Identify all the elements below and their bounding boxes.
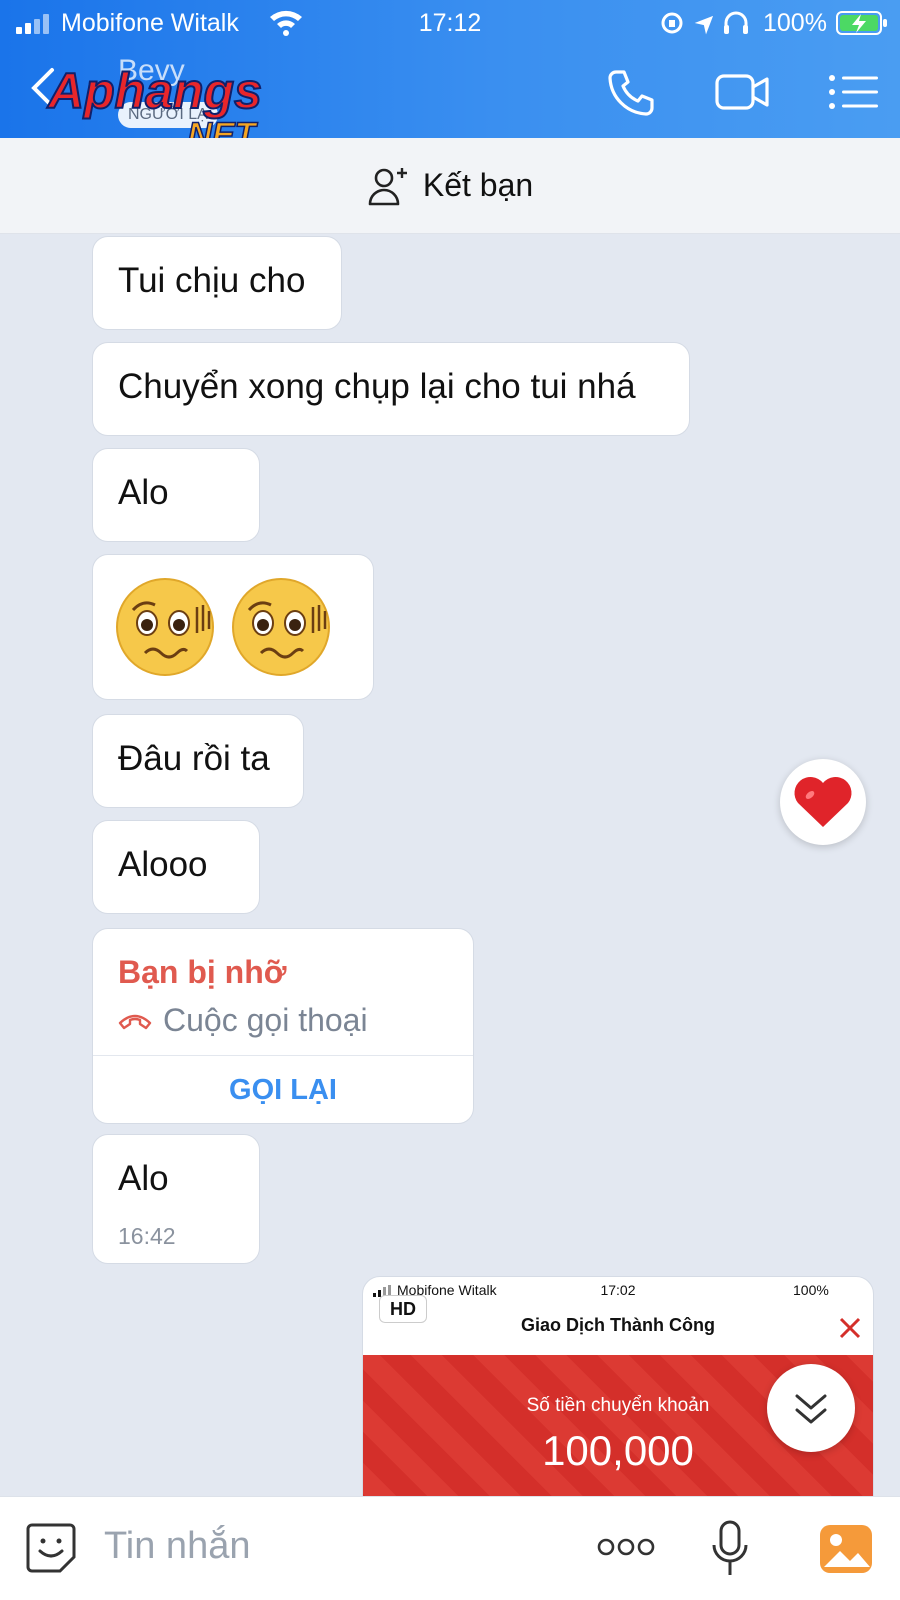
battery-percent: 100% bbox=[763, 9, 827, 37]
phone-icon[interactable] bbox=[604, 64, 660, 120]
missed-call-card: Bạn bị nhỡ Cuộc gọi thoại GỌI LẠI bbox=[92, 928, 474, 1124]
missed-call-subtitle: Cuộc gọi thoại bbox=[163, 1002, 368, 1038]
chat-header: Bevy NGƯỜI LẠ Aphangs .NET bbox=[0, 46, 900, 154]
message-time: 16:42 bbox=[118, 1223, 176, 1249]
close-icon bbox=[839, 1317, 861, 1339]
worried-face-emoji bbox=[232, 578, 330, 676]
message-bubble[interactable]: Đâu rồi ta bbox=[92, 714, 304, 808]
sticker-icon[interactable] bbox=[24, 1521, 78, 1575]
status-indicator-icons bbox=[661, 11, 748, 35]
add-friend-icon bbox=[368, 167, 407, 205]
double-chevron-down-icon bbox=[795, 1394, 827, 1424]
divider bbox=[93, 1055, 473, 1056]
svg-text:Aphangs: Aphangs bbox=[46, 63, 262, 119]
preview-battery: 100% bbox=[793, 1282, 829, 1298]
add-friend-label: Kết bạn bbox=[422, 167, 534, 203]
scroll-down-button[interactable] bbox=[767, 1364, 855, 1452]
top-bar: Mobifone Witalk 17:12 100% Bevy NGƯỜI LẠ bbox=[0, 0, 900, 154]
emoji-message-bubble[interactable] bbox=[92, 554, 374, 700]
message-bubble[interactable]: Alooo bbox=[92, 820, 260, 914]
missed-call-title: Bạn bị nhỡ bbox=[118, 954, 287, 990]
message-bubble[interactable]: Chuyển xong chụp lại cho tui nhá bbox=[92, 342, 690, 436]
message-bubble[interactable]: Alo 16:42 bbox=[92, 1134, 260, 1264]
worried-face-emoji bbox=[116, 578, 214, 676]
message-bubble[interactable]: Alo bbox=[92, 448, 260, 542]
video-camera-icon[interactable] bbox=[714, 64, 770, 120]
battery-charging-icon bbox=[836, 11, 887, 35]
heart-reaction-button[interactable] bbox=[780, 759, 866, 845]
missed-call-icon bbox=[118, 1014, 152, 1030]
status-bar: Mobifone Witalk 17:12 100% bbox=[0, 0, 900, 46]
message-bubble[interactable]: Tui chịu cho bbox=[92, 236, 342, 330]
message-input[interactable]: Tin nhắn bbox=[104, 1525, 250, 1568]
gallery-icon[interactable] bbox=[818, 1523, 874, 1575]
call-back-button[interactable]: GỌI LẠI bbox=[93, 1069, 473, 1111]
heart-icon bbox=[794, 776, 852, 827]
add-friend-bar[interactable]: Kết bạn bbox=[0, 138, 900, 234]
chat-area[interactable]: Tui chịu cho Chuyển xong chụp lại cho tu… bbox=[0, 234, 900, 1496]
preview-status-bar: Mobifone Witalk 17:02 100% bbox=[363, 1277, 873, 1305]
microphone-icon[interactable] bbox=[710, 1519, 750, 1579]
preview-title: Giao Dịch Thành Công bbox=[521, 1315, 715, 1335]
message-input-bar: Tin nhắn bbox=[0, 1496, 900, 1600]
more-icon[interactable] bbox=[596, 1535, 656, 1559]
menu-list-icon[interactable] bbox=[826, 64, 882, 120]
